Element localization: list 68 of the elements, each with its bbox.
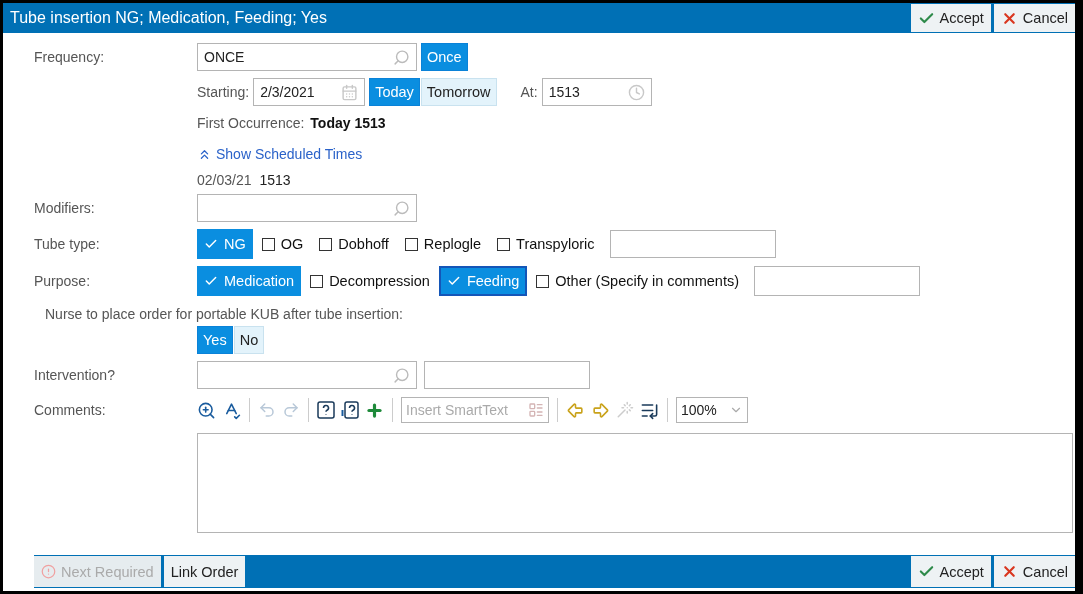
- check-icon: [204, 237, 218, 251]
- help-list-icon[interactable]: [341, 401, 359, 419]
- answer-button[interactable]: Yes: [197, 326, 233, 354]
- checkbox[interactable]: [404, 237, 418, 251]
- field-label: Modifiers:: [34, 200, 96, 216]
- show-scheduled-times-link[interactable]: Show Scheduled Times: [197, 146, 363, 162]
- window-title: Tube insertion NG; Medication, Feeding; Yes: [9, 9, 327, 27]
- field-label: First Occurrence:: [197, 115, 305, 131]
- scheduled-date: 02/03/21: [197, 172, 252, 188]
- field-label: Frequency:: [34, 49, 106, 65]
- arrow-left-icon: [566, 400, 585, 420]
- text-field[interactable]: [754, 266, 920, 296]
- checkbox-option[interactable]: Other (Specify in comments): [529, 266, 746, 296]
- text-field[interactable]: [424, 361, 590, 389]
- clock-icon: [627, 83, 645, 101]
- checkbox-option[interactable]: Transpyloric: [490, 229, 602, 259]
- undo-icon: [258, 401, 276, 419]
- field-label: At:: [520, 84, 538, 100]
- text-field[interactable]: ONCE: [197, 43, 417, 71]
- footer-button[interactable]: Link Order: [163, 556, 246, 587]
- checkbox[interactable]: [261, 237, 275, 251]
- checkbox-option[interactable]: Replogle: [397, 229, 489, 259]
- search-icon: [393, 48, 410, 66]
- checkbox-option[interactable]: Medication: [197, 266, 302, 296]
- checkbox[interactable]: [536, 274, 550, 288]
- check-icon: [204, 274, 218, 288]
- checkbox[interactable]: [319, 237, 333, 251]
- wand-icon: [616, 401, 634, 419]
- redo-icon: [282, 401, 300, 419]
- answer-button[interactable]: No: [233, 326, 265, 354]
- checkbox[interactable]: [497, 237, 511, 251]
- alert-icon: [41, 564, 56, 579]
- search-field[interactable]: [197, 194, 417, 222]
- date-button[interactable]: Today: [369, 78, 420, 106]
- calendar-icon: [341, 83, 359, 101]
- once-button[interactable]: Once: [421, 43, 468, 71]
- accept-button[interactable]: Accept: [910, 556, 991, 587]
- help-box-icon[interactable]: [317, 401, 335, 419]
- text-field[interactable]: [609, 230, 776, 258]
- checkbox[interactable]: [310, 274, 324, 288]
- field-label: Purpose:: [34, 273, 92, 289]
- search-icon: [393, 199, 410, 217]
- cancel-button[interactable]: Cancel: [993, 4, 1075, 32]
- date-button[interactable]: Tomorrow: [420, 78, 497, 106]
- checkbox-option[interactable]: NG: [197, 229, 253, 259]
- scheduled-time: 1513: [259, 172, 291, 188]
- cancel-button[interactable]: Cancel: [993, 556, 1075, 587]
- checkbox-option[interactable]: Feeding: [438, 266, 528, 296]
- field-label: Comments:: [34, 402, 107, 418]
- first-occurrence-value: Today 1513: [310, 115, 386, 131]
- accept-button[interactable]: Accept: [910, 4, 991, 32]
- zoom-dropdown[interactable]: 100%: [676, 397, 748, 423]
- checkbox-option[interactable]: Decompression: [303, 266, 437, 296]
- question-text: Nurse to place order for portable KUB after tube insertion:: [45, 306, 404, 322]
- text-field[interactable]: 2/3/2021: [253, 78, 366, 106]
- search-field[interactable]: [197, 361, 417, 389]
- checkbox-option[interactable]: OG: [254, 229, 311, 259]
- checkbox-option[interactable]: Dobhoff: [312, 229, 396, 259]
- check-icon: [446, 274, 461, 288]
- field-label: Intervention?: [34, 367, 116, 383]
- text-field[interactable]: 1513: [541, 78, 652, 106]
- plus-icon: [365, 400, 384, 420]
- field-label: Starting:: [197, 84, 250, 100]
- list-icon: [528, 402, 544, 418]
- arrow-right-icon: [591, 400, 610, 420]
- zoom-in-icon: [197, 400, 216, 420]
- search-icon: [393, 366, 410, 384]
- field-label: Tube type:: [34, 236, 101, 252]
